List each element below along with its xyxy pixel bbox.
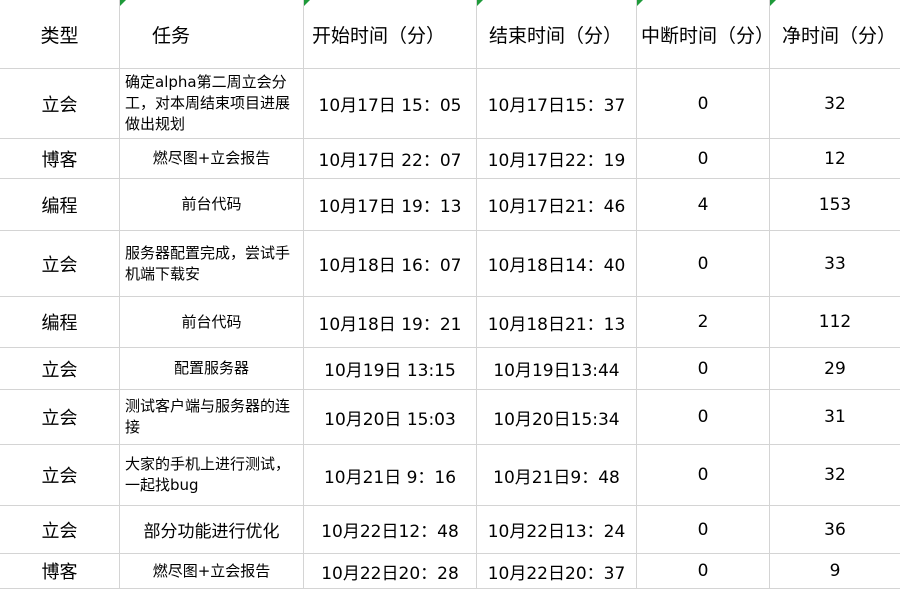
cell-net-time[interactable]: 33 bbox=[770, 231, 900, 297]
cell-start-time[interactable]: 10月17日 19：13 bbox=[304, 179, 477, 231]
cell-interrupt-time[interactable]: 0 bbox=[637, 445, 770, 506]
cell-start-time[interactable]: 10月20日 15:03 bbox=[304, 390, 477, 445]
header-start-time[interactable]: 开始时间（分） bbox=[304, 0, 477, 69]
cell-task[interactable]: 前台代码 bbox=[120, 179, 304, 231]
cell-interrupt-time[interactable]: 0 bbox=[637, 554, 770, 589]
cell-end-time[interactable]: 10月21日9：48 bbox=[477, 445, 637, 506]
cell-start-time[interactable]: 10月18日 16：07 bbox=[304, 231, 477, 297]
cell-start-time[interactable]: 10月17日 22：07 bbox=[304, 139, 477, 179]
cell-net-time[interactable]: 153 bbox=[770, 179, 900, 231]
cell-interrupt-time[interactable]: 0 bbox=[637, 69, 770, 139]
header-end-time[interactable]: 结束时间（分） bbox=[477, 0, 637, 69]
cell-net-time[interactable]: 12 bbox=[770, 139, 900, 179]
cell-interrupt-time[interactable]: 0 bbox=[637, 348, 770, 390]
spreadsheet: 类型 任务 开始时间（分） 结束时间（分） 中断时间（分） 净时间（分） 立会 … bbox=[0, 0, 900, 594]
comment-indicator-icon bbox=[770, 0, 776, 6]
cell-net-time[interactable]: 31 bbox=[770, 390, 900, 445]
cell-interrupt-time[interactable]: 4 bbox=[637, 179, 770, 231]
cell-net-time[interactable]: 32 bbox=[770, 69, 900, 139]
cell-start-time[interactable]: 10月22日20：28 bbox=[304, 554, 477, 589]
cell-end-time[interactable]: 10月17日22：19 bbox=[477, 139, 637, 179]
cell-net-time[interactable]: 9 bbox=[770, 554, 900, 589]
cell-interrupt-time[interactable]: 0 bbox=[637, 139, 770, 179]
cell-task[interactable]: 燃尽图+立会报告 bbox=[120, 554, 304, 589]
cell-end-time[interactable]: 10月17日21：46 bbox=[477, 179, 637, 231]
header-task[interactable]: 任务 bbox=[120, 0, 304, 69]
cell-interrupt-time[interactable]: 2 bbox=[637, 297, 770, 348]
comment-indicator-icon bbox=[637, 0, 643, 6]
comment-indicator-icon bbox=[304, 0, 310, 6]
comment-indicator-icon bbox=[120, 0, 126, 6]
cell-task[interactable]: 配置服务器 bbox=[120, 348, 304, 390]
cell-interrupt-time[interactable]: 0 bbox=[637, 231, 770, 297]
cell-type[interactable]: 编程 bbox=[0, 297, 120, 348]
cell-task[interactable]: 服务器配置完成，尝试手机端下载安 bbox=[120, 231, 304, 297]
cell-type[interactable]: 编程 bbox=[0, 179, 120, 231]
cell-type[interactable]: 立会 bbox=[0, 445, 120, 506]
cell-net-time[interactable]: 32 bbox=[770, 445, 900, 506]
cell-type[interactable]: 博客 bbox=[0, 554, 120, 589]
header-type[interactable]: 类型 bbox=[0, 0, 120, 69]
cell-end-time[interactable]: 10月22日13：24 bbox=[477, 506, 637, 554]
cell-end-time[interactable]: 10月18日14：40 bbox=[477, 231, 637, 297]
cell-type[interactable]: 立会 bbox=[0, 390, 120, 445]
comment-indicator-icon bbox=[477, 0, 483, 6]
cell-end-time[interactable]: 10月18日21：13 bbox=[477, 297, 637, 348]
cell-interrupt-time[interactable]: 0 bbox=[637, 506, 770, 554]
header-interrupt-time[interactable]: 中断时间（分） bbox=[637, 0, 770, 69]
cell-task[interactable]: 大家的手机上进行测试，一起找bug bbox=[120, 445, 304, 506]
header-net-time[interactable]: 净时间（分） bbox=[770, 0, 900, 69]
cell-start-time[interactable]: 10月22日12：48 bbox=[304, 506, 477, 554]
cell-start-time[interactable]: 10月21日 9：16 bbox=[304, 445, 477, 506]
cell-type[interactable]: 立会 bbox=[0, 348, 120, 390]
cell-task[interactable]: 前台代码 bbox=[120, 297, 304, 348]
cell-end-time[interactable]: 10月22日20：37 bbox=[477, 554, 637, 589]
cell-type[interactable]: 立会 bbox=[0, 69, 120, 139]
cell-end-time[interactable]: 10月19日13:44 bbox=[477, 348, 637, 390]
cell-end-time[interactable]: 10月17日15：37 bbox=[477, 69, 637, 139]
cell-net-time[interactable]: 112 bbox=[770, 297, 900, 348]
cell-start-time[interactable]: 10月18日 19：21 bbox=[304, 297, 477, 348]
cell-type[interactable]: 立会 bbox=[0, 506, 120, 554]
cell-task[interactable]: 部分功能进行优化 bbox=[120, 506, 304, 554]
cell-net-time[interactable]: 36 bbox=[770, 506, 900, 554]
cell-task[interactable]: 燃尽图+立会报告 bbox=[120, 139, 304, 179]
cell-start-time[interactable]: 10月19日 13:15 bbox=[304, 348, 477, 390]
cell-net-time[interactable]: 29 bbox=[770, 348, 900, 390]
cell-task[interactable]: 确定alpha第二周立会分工，对本周结束项目进展做出规划 bbox=[120, 69, 304, 139]
cell-end-time[interactable]: 10月20日15:34 bbox=[477, 390, 637, 445]
cell-start-time[interactable]: 10月17日 15：05 bbox=[304, 69, 477, 139]
cell-type[interactable]: 博客 bbox=[0, 139, 120, 179]
cell-interrupt-time[interactable]: 0 bbox=[637, 390, 770, 445]
cell-task[interactable]: 测试客户端与服务器的连接 bbox=[120, 390, 304, 445]
cell-type[interactable]: 立会 bbox=[0, 231, 120, 297]
